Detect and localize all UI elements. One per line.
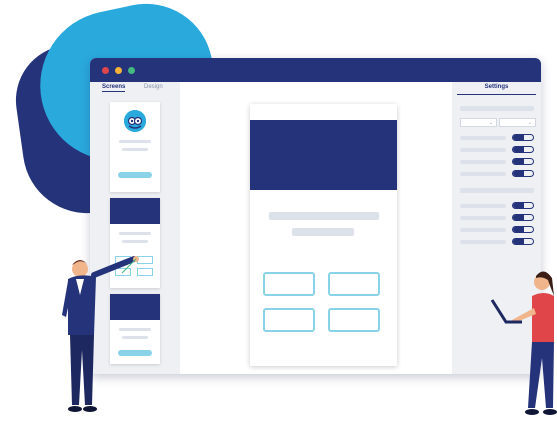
content-card[interactable] [328,272,380,296]
content-card[interactable] [263,308,315,332]
toggle-switch[interactable] [512,226,534,233]
setting-label [460,160,506,164]
settings-title: Settings [484,84,509,90]
setting-label [460,148,506,152]
hero-banner [250,120,397,190]
setting-label [460,204,506,208]
placeholder-line [122,240,148,243]
select-dropdown-1[interactable]: ⌄ [460,118,497,127]
toggle-switch[interactable] [512,170,534,177]
owl-logo-icon [124,110,146,132]
design-canvas[interactable] [180,82,452,374]
divider [457,94,536,95]
placeholder-line [119,140,151,143]
setting-label [460,228,506,232]
thumbnail-button [118,172,152,178]
placeholder-headline [269,212,379,220]
setting-label [460,216,506,220]
toggle-switch[interactable] [512,214,534,221]
toggle-switch[interactable] [512,134,534,141]
toggle-switch[interactable] [512,202,534,209]
placeholder-line [119,232,151,235]
placeholder-line [460,106,534,111]
panel-tabs: Screens Design [90,82,180,94]
title-bar [90,58,541,82]
tab-design[interactable]: Design [144,84,163,90]
screen-thumbnail-1[interactable] [110,102,160,192]
screen-preview[interactable] [250,104,397,366]
thumbnail-header [110,198,160,224]
close-dot-icon[interactable] [102,67,109,74]
setting-label [460,172,506,176]
placeholder-subline [292,228,354,236]
setting-label [460,240,506,244]
man-pointing-illustration [50,255,140,420]
toggle-switch[interactable] [512,146,534,153]
placeholder-line [122,148,148,151]
app-window: Screens Design Settings ⌄ ⌄ [90,58,541,374]
select-dropdown-2[interactable]: ⌄ [499,118,536,127]
maximize-dot-icon[interactable] [128,67,135,74]
avatar [124,110,146,132]
content-card[interactable] [263,272,315,296]
toggle-switch[interactable] [512,158,534,165]
tab-screens[interactable]: Screens [102,84,126,92]
content-card[interactable] [328,308,380,332]
setting-label [460,136,506,140]
toggle-switch[interactable] [512,238,534,245]
minimize-dot-icon[interactable] [115,67,122,74]
placeholder-line [460,188,534,193]
woman-with-laptop-illustration [488,268,557,418]
